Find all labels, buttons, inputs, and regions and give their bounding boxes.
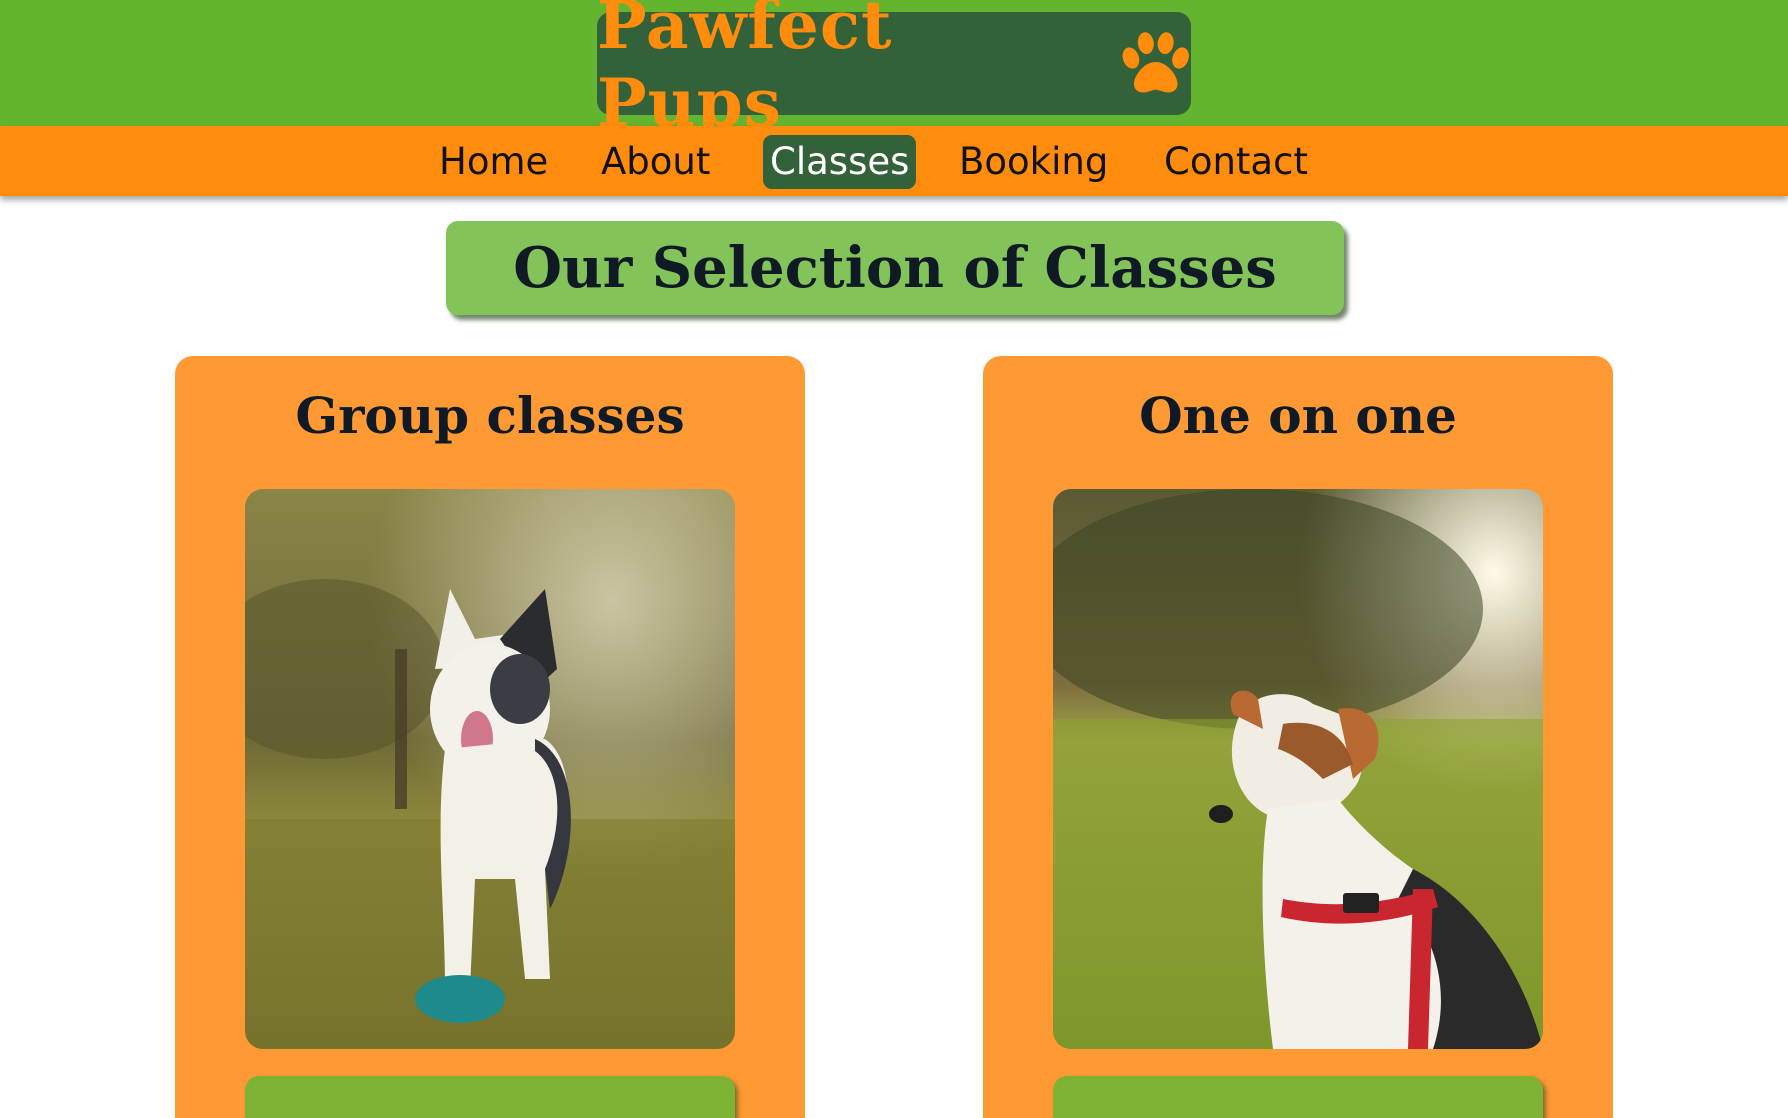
paw-icon [1122, 31, 1189, 93]
nav-item-home[interactable]: Home [432, 135, 555, 189]
page-title: Our Selection of Classes [513, 235, 1277, 301]
card-button[interactable] [1053, 1076, 1543, 1118]
top-bar: Pawfect Pups [0, 0, 1788, 142]
card-image-jack-russell [1053, 489, 1543, 1049]
nav-item-contact[interactable]: Contact [1157, 135, 1315, 189]
card-button[interactable] [245, 1076, 735, 1118]
main-nav: Home About Classes Booking Contact [0, 126, 1788, 196]
nav-item-about[interactable]: About [594, 135, 717, 189]
page-heading-box: Our Selection of Classes [446, 221, 1344, 315]
card-title: Group classes [295, 386, 685, 445]
brand-title: Pawfect Pups [597, 0, 893, 142]
nav-item-booking[interactable]: Booking [952, 135, 1115, 189]
class-card-one-on-one: One on one [983, 356, 1613, 1118]
nav-item-classes[interactable]: Classes [763, 135, 917, 189]
class-card-group: Group classes [175, 356, 805, 1118]
card-image-border-collie [245, 489, 735, 1049]
card-title: One on one [1139, 386, 1457, 445]
brand-logo[interactable]: Pawfect Pups [597, 0, 1191, 142]
